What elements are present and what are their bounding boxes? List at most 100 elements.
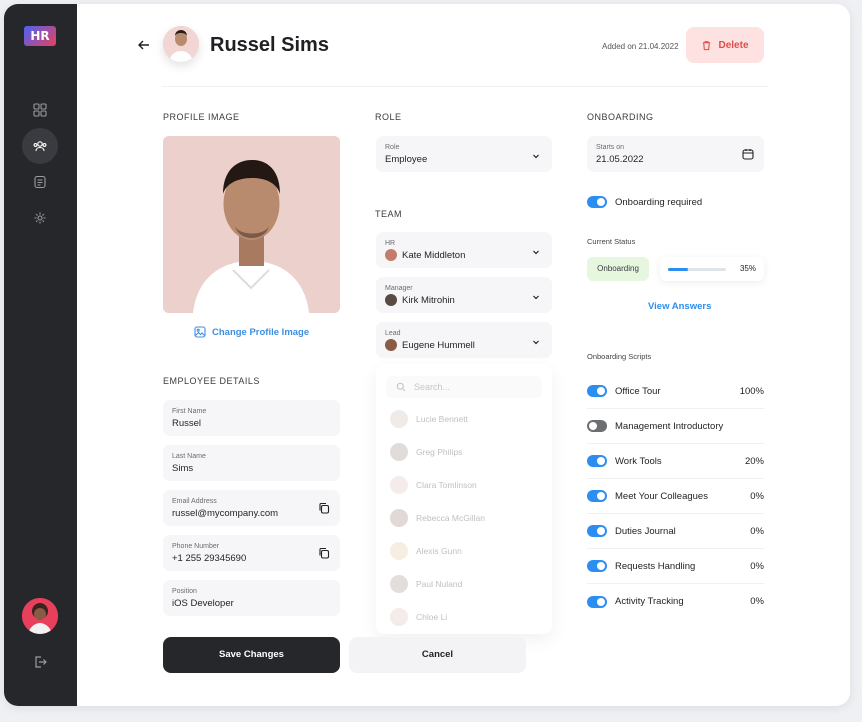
- sidebar: HR: [4, 4, 77, 706]
- onboarding-progress: 35%: [660, 257, 764, 281]
- avatar: [390, 575, 408, 593]
- email-value: russel@mycompany.com: [172, 508, 279, 519]
- first-name-value: Russel: [172, 418, 202, 429]
- script-row: Work Tools 20%: [587, 444, 764, 479]
- hr-label: HR: [385, 240, 396, 247]
- onboarding-scripts-title: Onboarding Scripts: [587, 352, 652, 361]
- avatar: [385, 339, 397, 351]
- script-label: Meet Your Colleagues: [615, 490, 708, 502]
- progress-percent: 35%: [739, 264, 756, 273]
- calendar-icon[interactable]: [742, 148, 754, 160]
- position-value: iOS Developer: [172, 598, 234, 609]
- phone-label: Phone Number: [172, 543, 220, 550]
- logout-icon[interactable]: [32, 654, 48, 670]
- script-toggle[interactable]: [587, 560, 607, 572]
- email-field[interactable]: Email Address russel@mycompany.com: [163, 490, 340, 526]
- role-select[interactable]: Role Employee: [376, 136, 552, 172]
- copy-icon[interactable]: [318, 502, 330, 514]
- avatar: [390, 608, 408, 626]
- profile-photo: [163, 136, 340, 313]
- user-avatar[interactable]: [22, 598, 58, 634]
- onboarding-title: ONBOARDING: [587, 112, 654, 122]
- last-name-field[interactable]: Last Name Sims: [163, 445, 340, 481]
- role-value: Employee: [385, 154, 428, 165]
- starts-on-value: 21.05.2022: [596, 154, 644, 165]
- back-arrow-icon[interactable]: [137, 38, 151, 52]
- script-toggle[interactable]: [587, 385, 607, 397]
- script-label: Requests Handling: [615, 560, 696, 572]
- chevron-down-icon: [533, 154, 539, 159]
- script-percent: 0%: [750, 596, 764, 607]
- view-answers-link[interactable]: View Answers: [648, 301, 711, 312]
- lead-select[interactable]: Lead Eugene Hummell: [376, 322, 552, 358]
- avatar: [390, 509, 408, 527]
- starts-on-field[interactable]: Starts on 21.05.2022: [587, 136, 764, 172]
- dropdown-option[interactable]: Alexis Gunn: [390, 542, 462, 560]
- users-icon: [33, 141, 47, 152]
- sidebar-item-documents[interactable]: [22, 164, 58, 200]
- employee-details-title: EMPLOYEE DETAILS: [163, 376, 260, 386]
- avatar: [385, 249, 397, 261]
- script-label: Office Tour: [615, 385, 661, 397]
- script-toggle[interactable]: [587, 595, 607, 608]
- script-label: Management Introductory: [615, 420, 724, 432]
- trash-icon: [703, 40, 711, 50]
- option-label: Alexis Gunn: [416, 546, 462, 556]
- option-label: Greg Philips: [416, 447, 463, 457]
- starts-on-label: Starts on: [596, 144, 625, 151]
- app-window: HR Russel Sims Added on 21.04.2022 Delet…: [4, 4, 850, 706]
- option-label: Lucie Bennett: [416, 414, 468, 424]
- script-toggle[interactable]: [587, 455, 607, 467]
- script-row: Management Introductory: [587, 409, 764, 444]
- delete-label: Delete: [718, 39, 749, 51]
- employee-avatar: [163, 26, 199, 62]
- avatar: [390, 542, 408, 560]
- script-percent: 100%: [739, 385, 764, 397]
- dropdown-option[interactable]: Clara Tomlinson: [390, 476, 477, 494]
- status-badge: Onboarding: [587, 257, 649, 281]
- lead-value: Eugene Hummell: [402, 339, 475, 351]
- email-label: Email Address: [172, 498, 217, 505]
- search-icon: [396, 382, 406, 392]
- script-toggle[interactable]: [587, 525, 607, 537]
- script-toggle[interactable]: [587, 490, 607, 502]
- dropdown-option[interactable]: Greg Philips: [390, 443, 462, 461]
- dropdown-option[interactable]: Chloe Li: [390, 608, 447, 626]
- position-field[interactable]: Position iOS Developer: [163, 580, 340, 616]
- cancel-button[interactable]: Cancel: [349, 637, 526, 673]
- save-changes-button[interactable]: Save Changes: [163, 637, 340, 673]
- dropdown-option[interactable]: Rebecca McGillan: [390, 509, 485, 527]
- last-name-value: Sims: [172, 463, 194, 474]
- hr-select[interactable]: HR Kate Middleton: [376, 232, 552, 268]
- first-name-label: First Name: [172, 408, 207, 415]
- manager-select[interactable]: Manager Kirk Mitrohin: [376, 277, 552, 313]
- dropdown-option[interactable]: Paul Nuland: [390, 575, 462, 593]
- sidebar-item-settings[interactable]: [22, 200, 58, 236]
- onboarding-required-label: Onboarding required: [615, 196, 703, 208]
- change-profile-image-link[interactable]: Change Profile Image: [194, 326, 309, 338]
- document-icon: [34, 175, 46, 189]
- role-title: ROLE: [375, 112, 402, 122]
- chevron-down-icon: [533, 340, 539, 345]
- grid-icon: [33, 103, 47, 117]
- phone-field[interactable]: Phone Number +1 255 29345690: [163, 535, 340, 571]
- dropdown-option[interactable]: Lucie Bennett: [390, 410, 468, 428]
- search-placeholder: Search...: [414, 382, 451, 392]
- chevron-down-icon: [533, 250, 539, 255]
- sidebar-item-dashboard[interactable]: [22, 92, 58, 128]
- dropdown-search-input[interactable]: Search...: [386, 376, 542, 398]
- lead-label: Lead: [385, 330, 401, 337]
- profile-image-title: PROFILE IMAGE: [163, 112, 240, 122]
- gear-icon: [34, 212, 46, 224]
- page-title: Russel Sims: [210, 34, 329, 56]
- manager-label: Manager: [385, 285, 413, 292]
- script-toggle[interactable]: [587, 420, 607, 432]
- current-status-label: Current Status: [587, 237, 636, 246]
- first-name-field[interactable]: First Name Russel: [163, 400, 340, 436]
- sidebar-item-people[interactable]: [22, 128, 58, 164]
- copy-icon[interactable]: [318, 547, 330, 559]
- position-label: Position: [172, 588, 197, 595]
- delete-button[interactable]: Delete: [686, 27, 764, 63]
- script-row: Duties Journal 0%: [587, 514, 764, 549]
- onboarding-required-toggle[interactable]: [587, 196, 607, 208]
